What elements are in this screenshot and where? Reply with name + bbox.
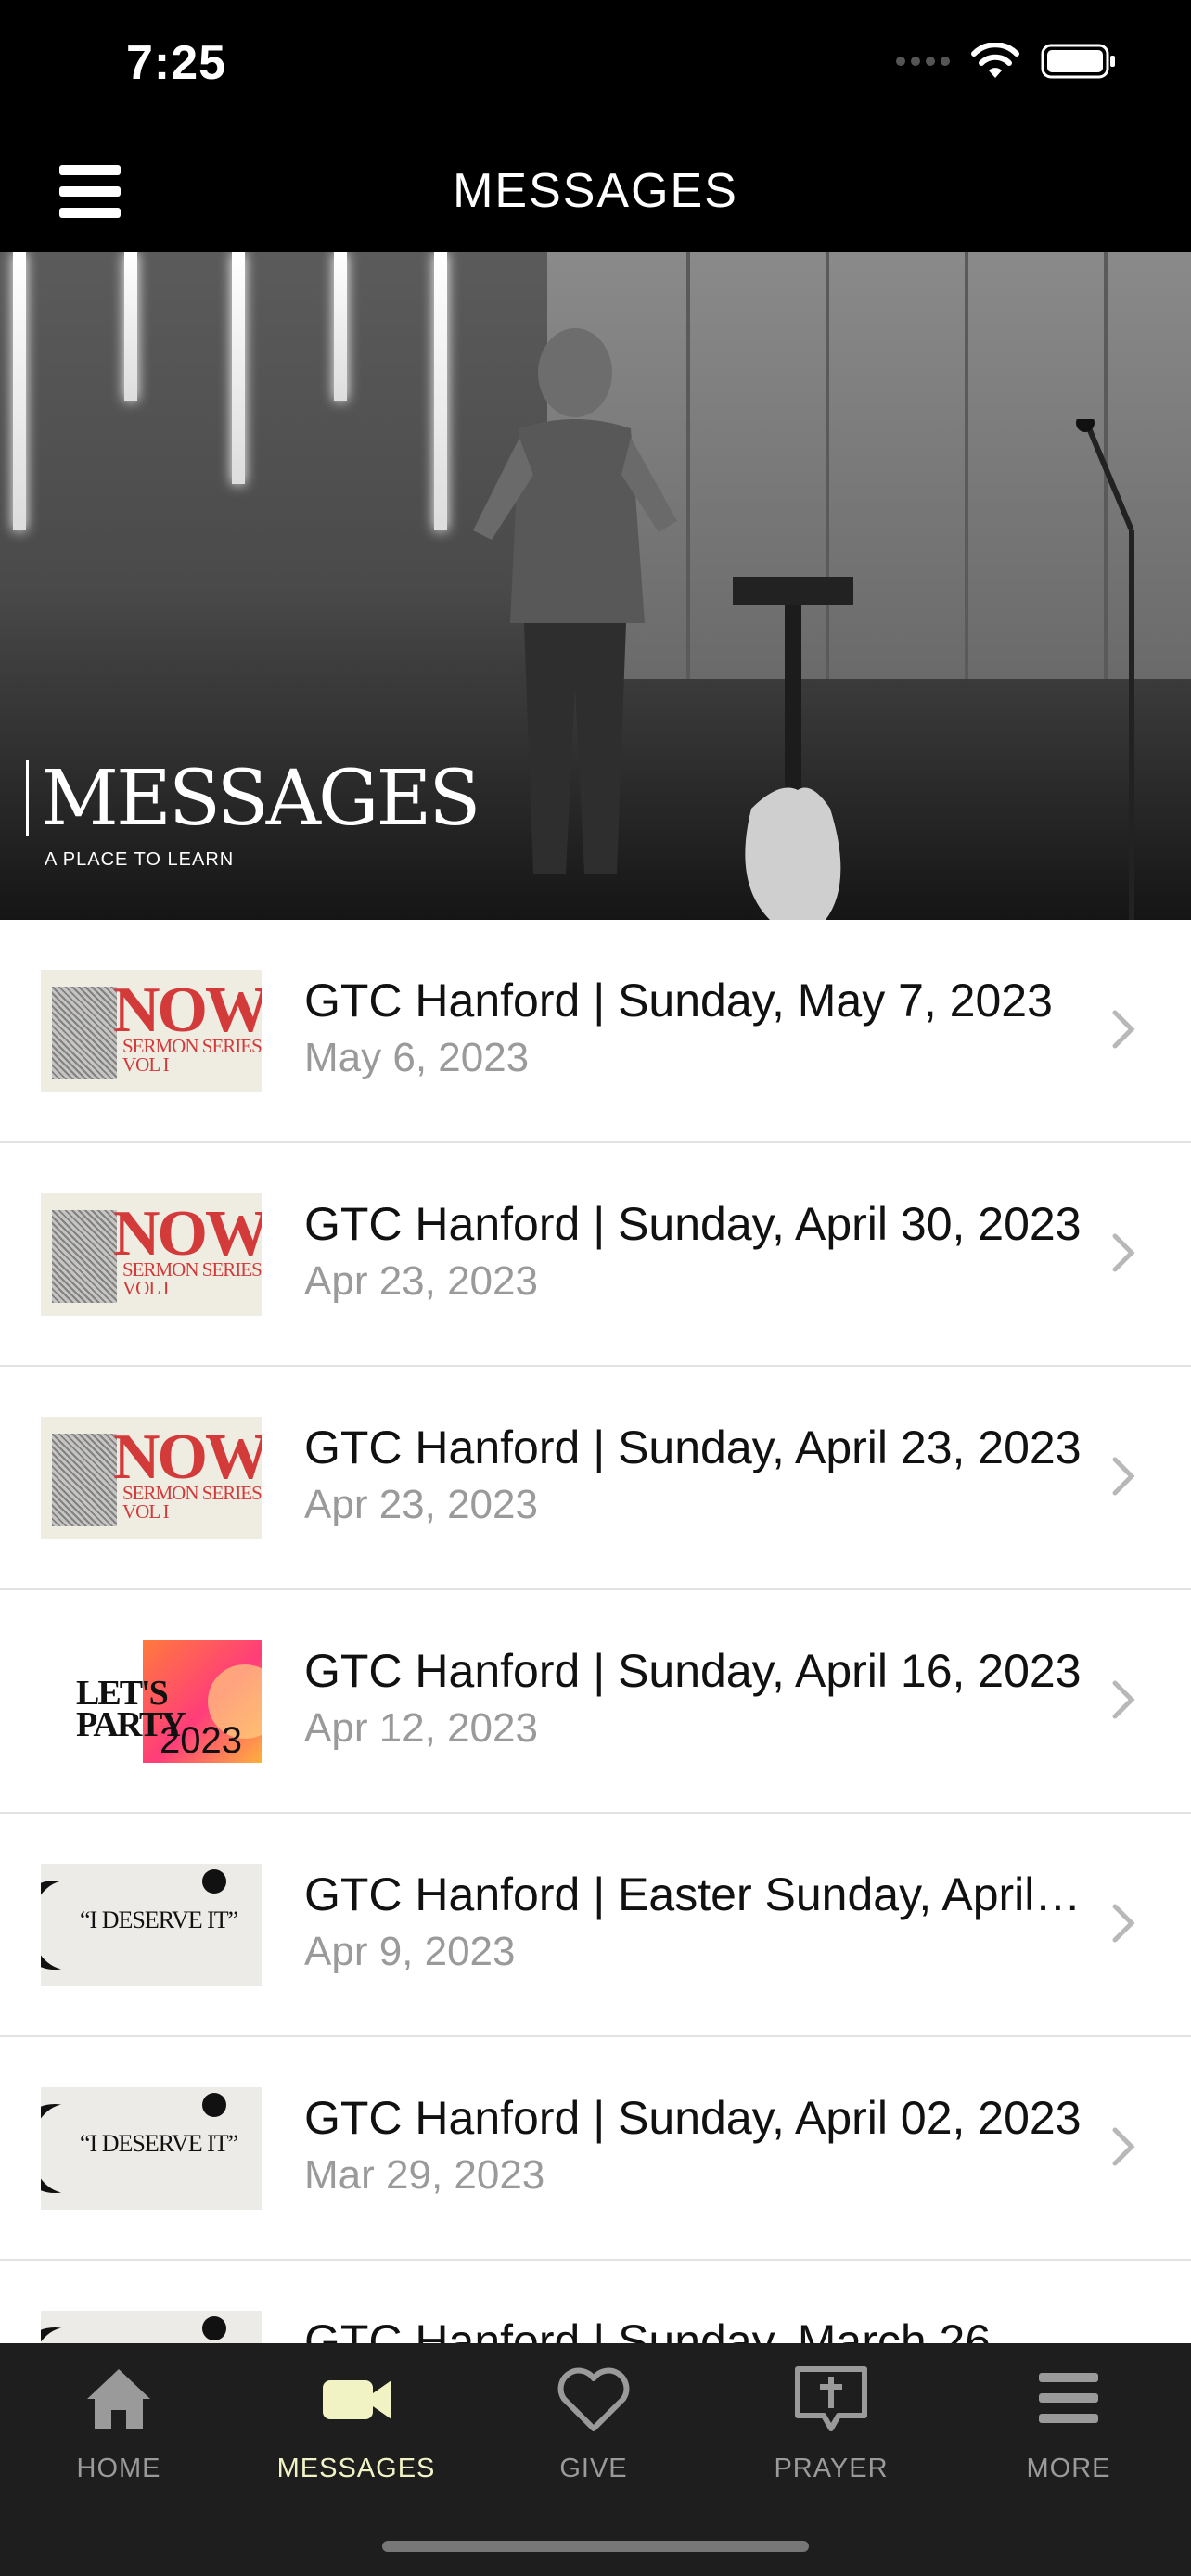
message-date: Apr 9, 2023 (304, 1929, 516, 1974)
prayer-icon (795, 2366, 867, 2431)
navigation-bar: MESSAGES (0, 137, 1191, 252)
status-icons (896, 43, 1117, 80)
tab-prayer[interactable]: PRAYER (712, 2362, 950, 2501)
message-row[interactable]: NOW SERMON SERIES VOL I GTC Hanford | Su… (0, 1143, 1191, 1367)
chevron-right-icon (1112, 1457, 1135, 1496)
heart-icon (557, 2367, 630, 2431)
chevron-right-icon (1112, 1010, 1135, 1049)
message-date: Apr 23, 2023 (304, 1482, 538, 1527)
message-row[interactable]: LET'S PARTY 2023 GTC Hanford | Sunday, A… (0, 1590, 1191, 1814)
message-row[interactable]: NOW SERMON SERIES VOL I GTC Hanford | Su… (0, 1367, 1191, 1590)
chevron-right-icon (1112, 2127, 1135, 2166)
sermon-thumbnail: LET'S PARTY 2023 (41, 1640, 262, 1763)
sermon-thumbnail: NOW SERMON SERIES VOL I (41, 970, 262, 1092)
sermon-thumbnail: NOW SERMON SERIES VOL I (41, 1417, 262, 1539)
menu-icon (1039, 2373, 1098, 2423)
message-row[interactable]: “I DESERVE IT” GTC Hanford | Easter Sund… (0, 1814, 1191, 2037)
tab-more[interactable]: MORE (950, 2362, 1187, 2501)
chevron-right-icon (1112, 1680, 1135, 1719)
sermon-thumbnail: NOW SERMON SERIES VOL I (41, 1193, 262, 1316)
message-date: Apr 12, 2023 (304, 1705, 538, 1751)
hero-brand-word: MESSAGES (41, 755, 480, 843)
video-camera-icon (323, 2380, 391, 2419)
microphone-stand (1076, 419, 1134, 920)
stage-light (434, 252, 447, 530)
stage-light (124, 252, 137, 401)
hero-banner: MESSAGES A PLACE TO LEARN (0, 252, 1191, 920)
sermon-thumbnail: “I DESERVE IT” (41, 2087, 262, 2210)
message-list[interactable]: NOW SERMON SERIES VOL I GTC Hanford | Su… (0, 920, 1191, 2343)
message-date: Mar 29, 2023 (304, 2152, 545, 2198)
battery-icon (1041, 44, 1115, 79)
message-title: GTC Hanford | Sunday, April 23, 2023 (304, 1422, 1082, 1473)
message-title: GTC Hanford | Sunday, April 30, 2023 (304, 1198, 1082, 1250)
message-title: GTC Hanford | Easter Sunday, April 9, 20… (304, 1868, 1083, 1920)
home-icon (87, 2369, 150, 2429)
home-indicator[interactable] (382, 2541, 809, 2552)
cellular-signal-icon (896, 57, 950, 66)
message-row[interactable]: NOW SERMON SERIES VOL I GTC Hanford | Su… (0, 920, 1191, 1143)
status-time: 7:25 (126, 36, 227, 90)
message-row[interactable]: “I DESERVE IT” GTC Hanford | Sunday, Mar… (0, 2261, 1191, 2343)
sermon-thumbnail: “I DESERVE IT” (41, 2311, 262, 2343)
hero-tagline: A PLACE TO LEARN (45, 849, 235, 870)
podium (733, 577, 853, 920)
wifi-icon (971, 43, 1019, 78)
stage-light (13, 252, 26, 530)
tab-home[interactable]: HOME (0, 2362, 237, 2501)
message-row[interactable]: “I DESERVE IT” GTC Hanford | Sunday, Apr… (0, 2037, 1191, 2261)
message-title: GTC Hanford | Sunday, April 02, 2023 (304, 2092, 1082, 2144)
tab-messages[interactable]: MESSAGES (237, 2362, 475, 2501)
message-title: GTC Hanford | Sunday, May 7, 2023 (304, 975, 1053, 1027)
message-title: GTC Hanford | Sunday, March 26 (304, 2315, 992, 2343)
speaker-figure (473, 328, 677, 874)
stage-light (334, 252, 347, 401)
status-bar: 7:25 (0, 0, 1191, 137)
chevron-right-icon (1112, 1233, 1135, 1272)
chevron-right-icon (1112, 1904, 1135, 1943)
message-date: Apr 23, 2023 (304, 1258, 538, 1304)
message-date: May 6, 2023 (304, 1035, 530, 1080)
tab-give[interactable]: GIVE (475, 2362, 712, 2501)
message-title: GTC Hanford | Sunday, April 16, 2023 (304, 1645, 1082, 1697)
sermon-thumbnail: “I DESERVE IT” (41, 1864, 262, 1986)
page-title: MESSAGES (453, 164, 738, 218)
stage-light (232, 252, 245, 484)
